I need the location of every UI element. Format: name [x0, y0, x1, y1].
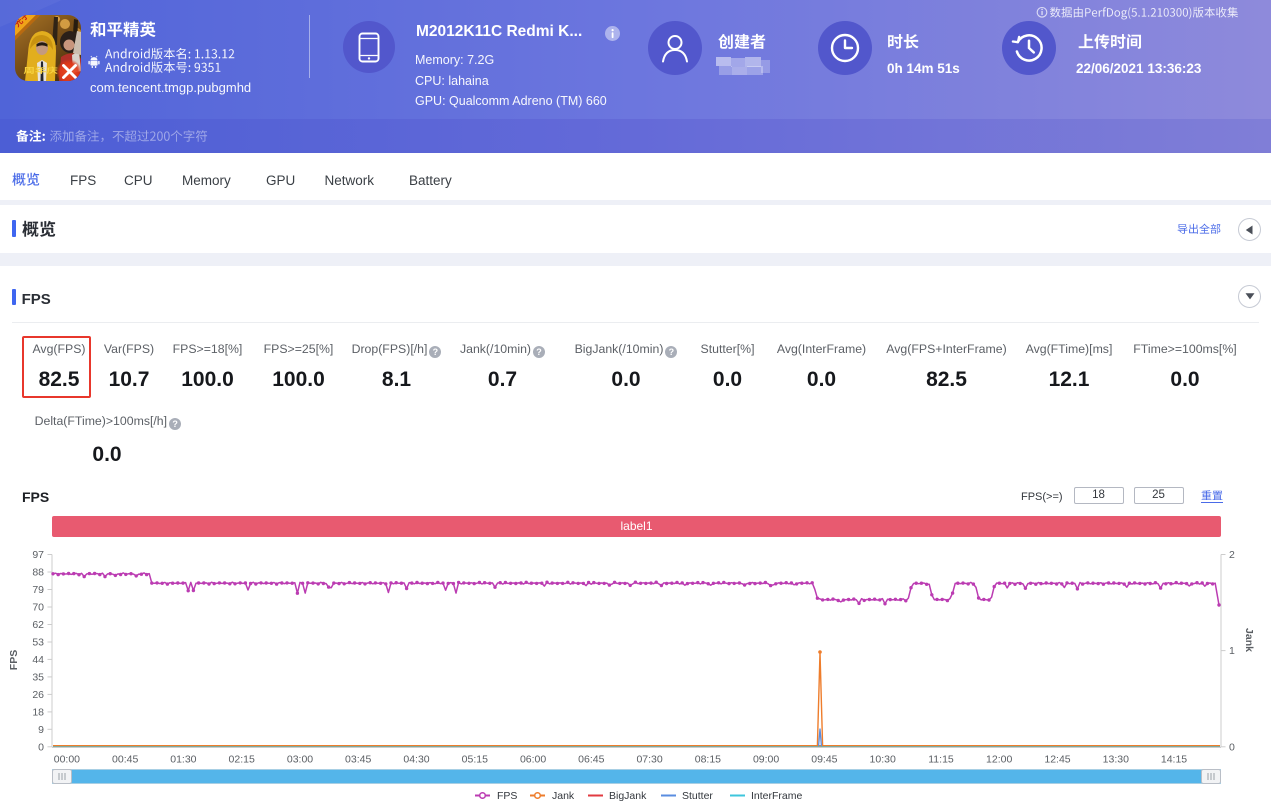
svg-text:0: 0: [38, 741, 44, 753]
svg-text:Jank: Jank: [1243, 628, 1255, 652]
svg-text:InterFrame: InterFrame: [751, 790, 803, 802]
svg-text:18: 18: [32, 706, 44, 718]
svg-text:00:45: 00:45: [112, 754, 138, 766]
svg-text:00:00: 00:00: [54, 754, 80, 766]
svg-text:70: 70: [32, 602, 44, 614]
svg-text:12:45: 12:45: [1044, 754, 1070, 766]
svg-text:Jank: Jank: [552, 790, 575, 802]
svg-text:07:30: 07:30: [636, 754, 662, 766]
svg-text:26: 26: [32, 689, 44, 701]
svg-text:14:15: 14:15: [1161, 754, 1187, 766]
svg-text:06:45: 06:45: [578, 754, 604, 766]
svg-text:06:00: 06:00: [520, 754, 546, 766]
svg-text:44: 44: [32, 654, 44, 666]
svg-text:05:15: 05:15: [462, 754, 488, 766]
svg-text:35: 35: [32, 671, 44, 683]
svg-text:03:45: 03:45: [345, 754, 371, 766]
svg-text:Stutter: Stutter: [682, 790, 713, 802]
svg-text:62: 62: [32, 619, 44, 631]
svg-text:04:30: 04:30: [403, 754, 429, 766]
svg-text:97: 97: [32, 549, 44, 561]
svg-text:03:00: 03:00: [287, 754, 313, 766]
svg-text:09:45: 09:45: [811, 754, 837, 766]
svg-text:53: 53: [32, 637, 44, 649]
svg-text:09:00: 09:00: [753, 754, 779, 766]
svg-text:2: 2: [1229, 549, 1235, 561]
svg-text:11:15: 11:15: [928, 754, 954, 766]
svg-text:12:00: 12:00: [986, 754, 1012, 766]
svg-text:1: 1: [1229, 645, 1235, 657]
svg-text:9: 9: [38, 724, 44, 736]
svg-text:01:30: 01:30: [170, 754, 196, 766]
svg-text:02:15: 02:15: [229, 754, 255, 766]
svg-text:13:30: 13:30: [1103, 754, 1129, 766]
svg-text:10:30: 10:30: [870, 754, 896, 766]
svg-text:0: 0: [1229, 741, 1235, 753]
svg-text:FPS: FPS: [497, 790, 517, 802]
svg-text:79: 79: [32, 584, 44, 596]
svg-text:88: 88: [32, 567, 44, 579]
svg-text:BigJank: BigJank: [609, 790, 647, 802]
svg-text:08:15: 08:15: [695, 754, 721, 766]
svg-text:FPS: FPS: [8, 650, 20, 670]
